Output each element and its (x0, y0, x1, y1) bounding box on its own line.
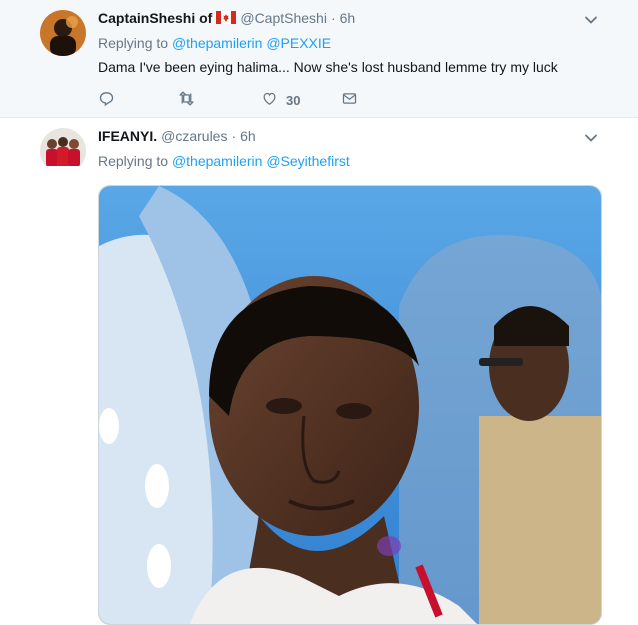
separator-dot: · (330, 10, 336, 26)
reply-button[interactable] (98, 90, 115, 110)
retweet-button[interactable] (178, 90, 195, 110)
user-handle[interactable]: @czarules (161, 128, 227, 144)
display-name[interactable]: IFEANYI. (98, 128, 157, 144)
retweet-icon (178, 90, 195, 110)
tweet-header: IFEANYI. @czarules · 6h (98, 128, 256, 144)
chevron-down-icon[interactable] (584, 13, 598, 27)
tweet[interactable]: IFEANYI. @czarules · 6h Replying to @the… (0, 118, 638, 625)
tweet-header: CaptainSheshi of @CaptSheshi · 6h (98, 10, 355, 26)
mention-link[interactable]: @PEXXIE (266, 35, 331, 51)
tweet-media-photo[interactable] (98, 185, 602, 625)
mention-link[interactable]: @thepamilerin (172, 153, 262, 169)
mention-link[interactable]: @thepamilerin (172, 35, 262, 51)
envelope-icon (341, 90, 358, 110)
reply-icon (98, 90, 115, 110)
canada-flag-icon (216, 10, 237, 26)
separator-dot: · (231, 128, 237, 144)
user-handle[interactable]: @CaptSheshi (240, 10, 327, 26)
timestamp[interactable]: 6h (240, 128, 256, 144)
replying-to-label: Replying to (98, 35, 169, 51)
replying-to: Replying to @thepamilerin @PEXXIE (98, 35, 331, 51)
avatar[interactable] (40, 10, 86, 56)
tweet-actions: 30 (98, 90, 388, 110)
heart-icon (261, 90, 278, 110)
mention-link[interactable]: @Seyithefirst (266, 153, 349, 169)
tweet[interactable]: CaptainSheshi of @CaptSheshi · 6h Replyi… (0, 0, 638, 118)
timestamp[interactable]: 6h (340, 10, 356, 26)
chevron-down-icon[interactable] (584, 131, 598, 145)
tweet-text: Dama I've been eying halima... Now she's… (98, 59, 558, 75)
like-count: 30 (286, 92, 301, 108)
direct-message-button[interactable] (341, 90, 358, 110)
like-button[interactable]: 30 (261, 90, 300, 110)
avatar[interactable] (40, 128, 86, 174)
replying-to: Replying to @thepamilerin @Seyithefirst (98, 153, 350, 169)
replying-to-label: Replying to (98, 153, 169, 169)
display-name[interactable]: CaptainSheshi of (98, 10, 212, 26)
